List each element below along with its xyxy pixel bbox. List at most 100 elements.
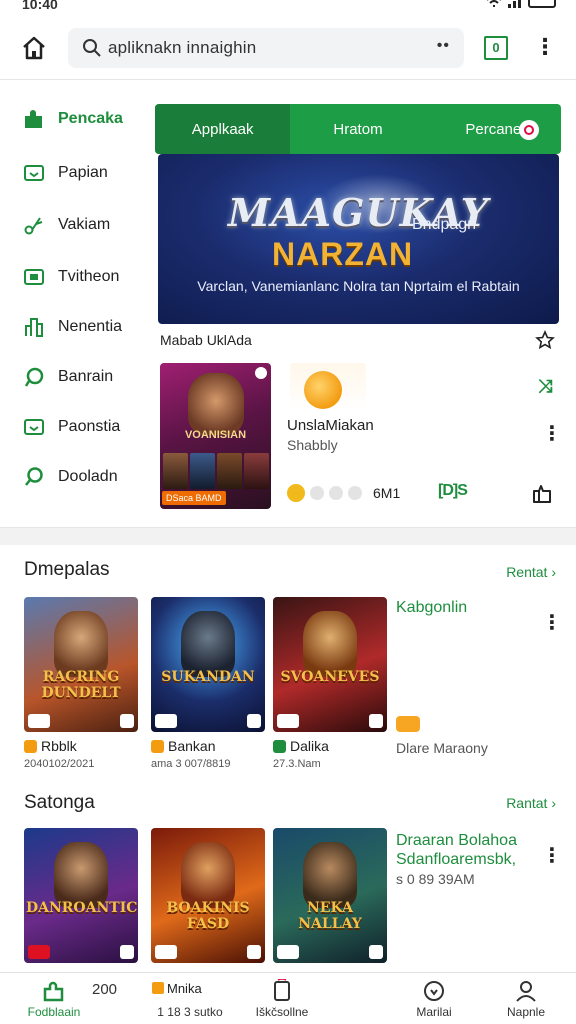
nav-label: Fodblaain [27,1005,81,1019]
side-card-title-line2: Sdanfloaremsbk, [396,851,517,868]
sidebar-item-pencaka[interactable]: Pencaka [22,104,123,134]
download-icon[interactable]: [D]S [438,482,468,500]
game-card[interactable]: SVOANEVES Dalika 27.3.Nam [273,597,387,770]
status-bar: 10:40 [0,0,576,18]
search-input[interactable]: apliknakn innaighin [108,38,256,58]
sidebar-item-papian[interactable]: Papian [22,158,108,188]
nav-item-iskcsollne[interactable]: Iškčsollne [234,973,330,1024]
game-date: ama 3 007/8819 [151,758,231,770]
tv-icon [22,161,46,185]
nav-item-fodblaain[interactable]: Fodblaain [6,973,102,1024]
sidebar-item-label: Banrain [58,368,114,385]
banner-caption: Varclan, Vanemianlanc Nolra tan Nprtaim … [197,278,520,294]
search-icon [83,39,101,57]
search-bar[interactable]: apliknakn innaighin •• [68,28,464,68]
puzzle-icon [22,107,46,131]
section-title: Satonga [24,792,95,813]
qr-scan-button[interactable]: 0 [484,36,508,60]
game-name: Dalika [290,738,329,754]
rating-star-icon [287,484,305,502]
cover-title: SVOANEVES [280,669,380,685]
game-date: 27.3.Nam [273,758,321,770]
game-cover: RACRING DUNDELT [24,597,138,732]
nav-label: 1 18 3 sutko [157,1005,223,1019]
tv-icon [22,415,46,439]
tablet-icon [274,979,290,1001]
nav-item-napnle[interactable]: Napnle [478,973,574,1024]
featured-section-label: Mabab UklAda [160,332,252,348]
game-cover: SUKANDAN [151,597,265,732]
side-card-title: Kabgonlin [396,599,468,616]
game-app-icon [24,739,37,753]
bottom-navigation: Fodblaain 200 Mnika 1 18 3 sutko Iškčsol… [0,972,576,1024]
sidebar-item-paonstia[interactable]: Paonstia [22,412,120,442]
rating-star-icon [348,486,362,500]
cover-title: SUKANDAN [161,669,255,685]
chat-bubble-icon [22,365,46,389]
rating-row: 6M1 [287,484,400,502]
nav-item-marilai[interactable]: Marilai [386,973,482,1024]
tab-strip: Applkaak Hratom Percane [155,104,561,154]
tab-hratom[interactable]: Hratom [290,104,425,154]
cover-title: NEKA NALLAY [298,900,362,932]
game-card[interactable]: BOAKINIS FASD [151,828,265,963]
featured-game-card[interactable]: VOANISIAN DSaca BAMD [160,363,271,509]
monitor-icon [22,265,46,289]
signal-icon [508,0,521,8]
game-name: Rbblk [41,738,77,754]
see-all-link[interactable]: Rentat › [506,564,556,580]
game-card[interactable]: NEKA NALLAY [273,828,387,963]
mic-icon[interactable]: •• [437,37,450,55]
more-options-icon[interactable]: ⋮ [542,846,562,866]
tab-applkaak[interactable]: Applkaak [155,104,291,154]
game-controller-icon: 200 [92,981,118,998]
sidebar-item-label: Vakiam [58,216,111,233]
sidebar-item-vakiam[interactable]: Vakiam [22,210,110,240]
promo-banner[interactable]: MAAGUKAY NARZAN Bndpagn Varclan, Vanemia… [158,154,559,324]
music-note-icon [22,213,46,237]
more-options-icon[interactable]: ⋮ [542,613,562,633]
sidebar-item-tvitheon[interactable]: Tvitheon [22,262,119,292]
upper-panel: Pencaka Papian Vakiam Tvitheon Nenentia [0,80,576,530]
game-name-row: Rbblk [24,738,138,754]
game-card[interactable]: DANROANTIC [24,828,138,963]
game-card[interactable]: RACRING DUNDELT Rbblk 2040102/2021 [24,597,138,770]
cover-title: DANROANTIC [26,900,138,916]
sidebar-item-dooladn[interactable]: Dooladn [22,462,118,492]
side-card-caption: Dlare Maraony [396,740,488,756]
sidebar-item-nenentia[interactable]: Nenentia [22,312,122,342]
home-icon[interactable] [20,34,48,62]
game-name-row: Dalika [273,738,387,754]
sidebar-item-label: Pencaka [58,110,123,127]
overflow-menu-icon[interactable]: ⋮ [534,34,556,62]
app-name: UnslaMiakan [287,417,374,434]
wifi-icon [487,0,501,7]
nav-sublabel: Mnika [152,981,202,996]
expand-arrows-icon[interactable]: ⤨ [538,376,552,397]
status-time: 10:40 [22,0,58,12]
nav-label: Marilai [416,1005,452,1019]
pin-icon[interactable] [519,120,539,140]
sidebar-item-banrain[interactable]: Banrain [22,362,113,392]
status-icons [486,0,556,8]
nav-item-games[interactable]: 200 Mnika 1 18 3 sutko [92,973,223,1024]
star-icon[interactable] [535,330,555,350]
more-options-icon[interactable]: ⋮ [542,424,562,444]
see-all-link[interactable]: Rantat › [506,795,556,811]
share-icon[interactable] [530,482,554,504]
app-size: 6M1 [373,485,401,501]
game-character-art [188,373,244,435]
section-title: Dmepalas [24,559,110,580]
heart-icon [424,981,444,1001]
badge-icon [255,367,267,379]
search-icon [22,465,46,489]
sidebar-item-label: Paonstia [58,418,121,435]
tab-percane[interactable]: Percane [426,104,561,154]
game-card[interactable]: SUKANDAN Bankan ama 3 007/8819 [151,597,265,770]
puzzle-icon [43,981,64,1002]
badge-icon [396,716,420,732]
sidebar-item-label: Tvitheon [58,268,120,285]
cover-title: BOAKINIS FASD [166,900,250,932]
sun-icon [304,371,342,409]
game-name-row: Bankan [151,738,265,754]
